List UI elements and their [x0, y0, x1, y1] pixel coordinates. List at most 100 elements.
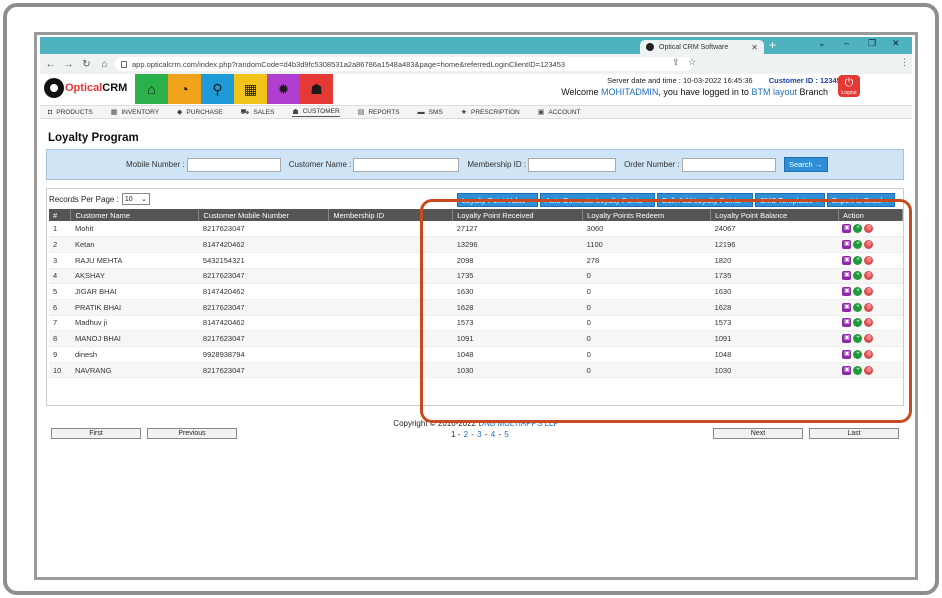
table-cell: 10	[49, 362, 71, 379]
column-header: Customer Mobile Number	[198, 209, 330, 221]
bookmark-star-icon[interactable]: ☆	[688, 57, 696, 68]
page-title: Loyalty Program	[48, 132, 139, 144]
page-link-4[interactable]: 4	[491, 430, 495, 439]
inner-frame: Optical CRM Software ✕ + ⌄ – ❐ ✕ ← → ↻ ⌂…	[34, 32, 918, 580]
more-menu-icon[interactable]: ⋮	[900, 57, 909, 68]
table-cell: AKSHAY	[70, 268, 199, 285]
table-cell: 8147420462	[198, 283, 329, 300]
table-cell: 2	[49, 236, 71, 253]
file-icon: ▤	[357, 109, 365, 116]
mobile-label: Mobile Number :	[126, 160, 185, 169]
home-button[interactable]: ⌂	[135, 74, 168, 104]
menu-item-label: ACCOUNT	[548, 108, 581, 116]
search-icon: ⚲	[212, 80, 223, 97]
menu-item-inventory[interactable]: ▦ INVENTORY	[111, 108, 160, 117]
mobile-number-input[interactable]	[186, 157, 281, 172]
first-page-button[interactable]: First	[51, 428, 141, 439]
browser-window: Optical CRM Software ✕ + ⌄ – ❐ ✕ ← → ↻ ⌂…	[40, 37, 912, 577]
grid-button[interactable]: ▦	[234, 74, 267, 104]
records-per-page-select[interactable]: 10 ⌄	[121, 193, 150, 205]
dashboard-button[interactable]: ◔	[168, 74, 201, 104]
page-links: 1 - 2 - 3 - 4 - 5	[451, 430, 510, 439]
logout-button[interactable]: ⏻ Logout	[838, 75, 860, 97]
lock-icon: ▣	[537, 109, 545, 116]
menu-item-customer[interactable]: ☗ CUSTOMER	[292, 108, 340, 117]
order-number-input[interactable]	[681, 157, 776, 172]
star-icon: ★	[460, 109, 467, 116]
membership-label: Membership ID :	[467, 160, 527, 169]
records-per-page-label: Records Per Page :	[49, 194, 119, 204]
page-link-3[interactable]: 3	[477, 430, 481, 439]
menu-item-label: SMS	[428, 108, 443, 116]
search-button[interactable]: ⚲	[201, 74, 234, 104]
reload-icon[interactable]: ↻	[79, 59, 94, 70]
welcome-prefix: Welcome	[561, 87, 602, 97]
url-text: app.opticalcrm.com/index.php?randomCode=…	[132, 59, 566, 69]
browser-tab[interactable]: Optical CRM Software ✕	[640, 40, 764, 54]
close-window-icon[interactable]: ✕	[892, 38, 900, 49]
table-cell: 8217623047	[198, 299, 329, 316]
maximize-icon[interactable]: ❐	[868, 38, 876, 49]
search-button[interactable]: Search →	[783, 157, 828, 172]
page-link-2[interactable]: 2	[464, 430, 468, 439]
menu-item-sms[interactable]: ▬ SMS	[418, 109, 443, 116]
page-separator: -	[496, 430, 504, 439]
gear-button[interactable]: ✹	[267, 74, 300, 104]
customer-name-label: Customer Name :	[288, 160, 352, 169]
forward-icon[interactable]: →	[61, 59, 76, 70]
cart-icon: ⛟	[240, 108, 250, 116]
table-cell: 8217623047	[198, 268, 329, 285]
favicon-icon	[646, 43, 654, 51]
membership-id-input[interactable]	[528, 157, 617, 172]
menu-item-label: CUSTOMER	[302, 108, 340, 115]
home-icon: ⌂	[147, 81, 156, 97]
dashboard-icon: ◔	[180, 81, 189, 97]
table-cell: dinesh	[70, 346, 199, 363]
menu-item-products[interactable]: ◘ PRODUCTS	[48, 109, 93, 116]
new-tab-icon[interactable]: +	[769, 38, 776, 52]
back-icon[interactable]: ←	[43, 59, 58, 70]
user-button[interactable]: ☗	[300, 74, 333, 104]
gear-icon: ✹	[277, 80, 290, 97]
chat-icon: ▬	[417, 108, 425, 116]
address-bar: ← → ↻ ⌂ app.opticalcrm.com/index.php?ran…	[40, 54, 912, 74]
menu-item-sales[interactable]: ⛟ SALES	[241, 108, 275, 117]
grid-icon: ▦	[243, 80, 258, 97]
menu-item-reports[interactable]: ▤ REPORTS	[357, 108, 400, 117]
last-page-button[interactable]: Last	[809, 428, 899, 439]
logo[interactable]: Optical CRM	[44, 78, 127, 98]
chevron-down-icon[interactable]: ⌄	[818, 38, 826, 49]
search-panel: Mobile Number : Customer Name : Membersh…	[46, 149, 904, 180]
previous-page-button[interactable]: Previous	[147, 428, 237, 439]
table-cell: 3	[49, 252, 71, 269]
url-input[interactable]: app.opticalcrm.com/index.php?randomCode=…	[115, 57, 693, 71]
table-cell: 5432154321	[198, 252, 329, 269]
menu-item-prescription[interactable]: ★ PRESCRIPTION	[460, 108, 520, 117]
customer-name-input[interactable]	[353, 157, 460, 172]
table-cell: 8147420462	[198, 236, 329, 253]
lock-icon	[121, 60, 127, 68]
close-tab-icon[interactable]: ✕	[751, 43, 758, 52]
home-nav-icon[interactable]: ⌂	[97, 59, 112, 70]
next-page-button[interactable]: Next	[713, 428, 803, 439]
page-link-5[interactable]: 5	[504, 430, 508, 439]
table-cell: NAVRANG	[70, 362, 199, 379]
table-cell: 6	[49, 299, 71, 316]
share-icon[interactable]: ⇪	[672, 57, 680, 68]
table-cell: 1	[49, 221, 71, 238]
table-cell: 8147420462	[198, 315, 329, 332]
table-cell: 8217623047	[198, 221, 329, 238]
page-separator: -	[469, 430, 477, 439]
minimize-icon[interactable]: –	[844, 38, 849, 48]
tag-icon: ◆	[177, 109, 183, 116]
records-per-page: Records Per Page : 10 ⌄	[49, 193, 150, 205]
table-cell: JIGAR BHAI	[70, 283, 199, 300]
menu-item-purchase[interactable]: ◆ PURCHASE	[177, 108, 223, 117]
welcome-suffix: Branch	[796, 87, 828, 97]
menu-item-account[interactable]: ▣ ACCOUNT	[537, 108, 581, 117]
logout-label: Logout	[841, 90, 857, 96]
branch-name: BTM layout	[751, 87, 797, 97]
table-cell: 8	[49, 330, 71, 347]
arrow-right-icon: →	[814, 160, 823, 169]
menu-item-label: INVENTORY	[121, 108, 160, 116]
